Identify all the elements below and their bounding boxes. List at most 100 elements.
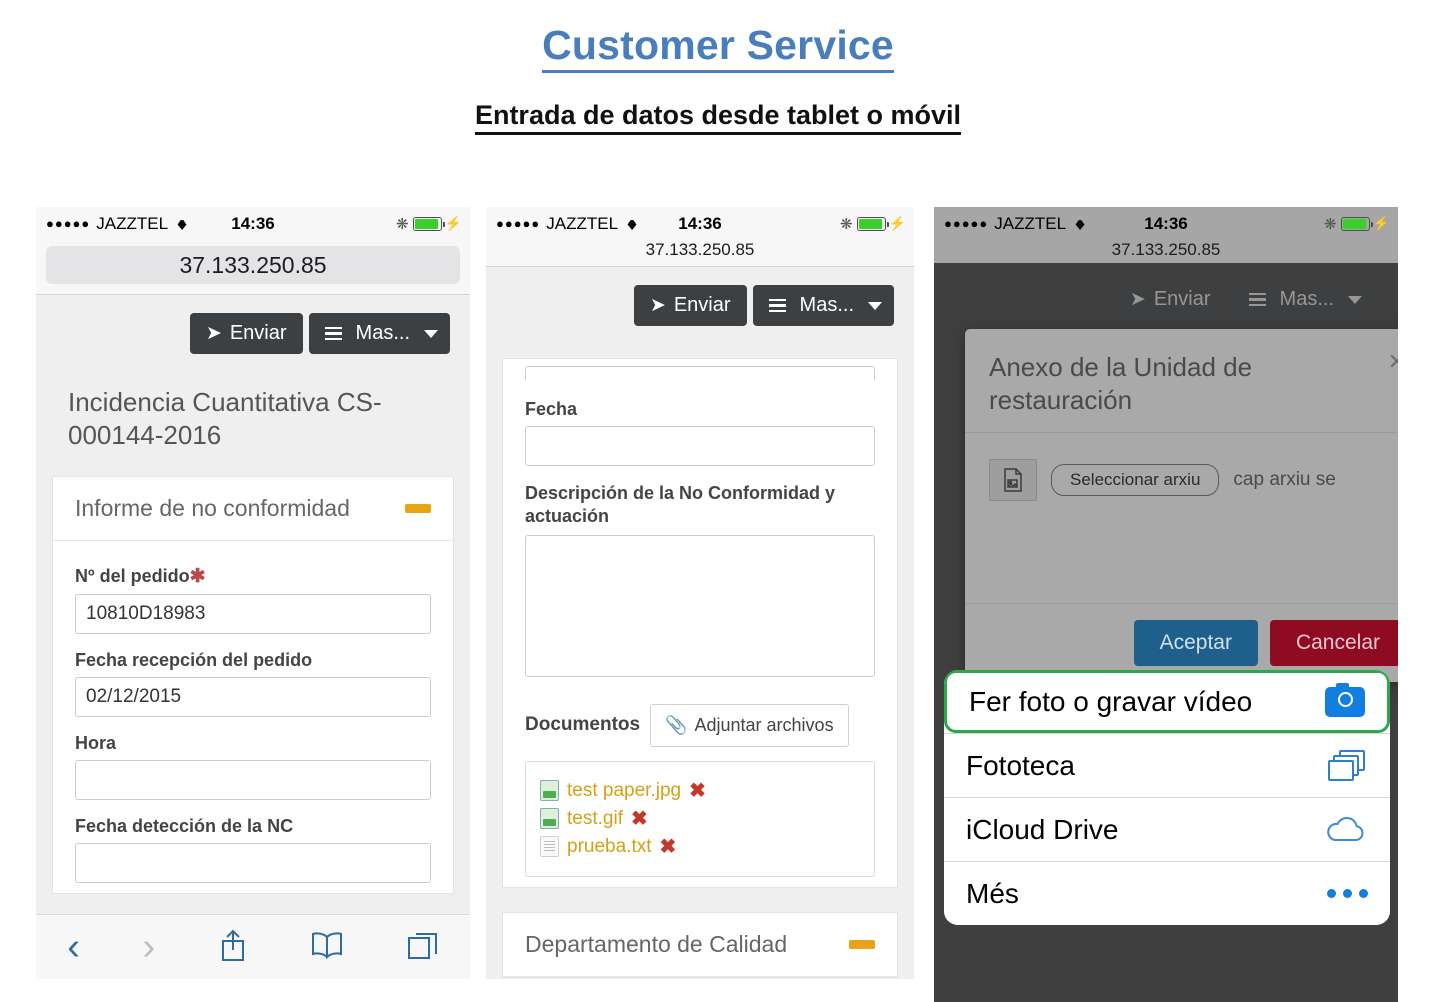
file-name[interactable]: prueba.txt [567, 836, 652, 858]
back-chevron-icon[interactable]: ‹ [67, 928, 80, 966]
action-sheet-item-icloud-drive[interactable]: iCloud Drive [944, 797, 1390, 861]
safari-bottom-toolbar: ‹ › [36, 914, 470, 979]
delete-x-icon[interactable]: ✖ [689, 781, 706, 801]
cancel-button[interactable]: Cancelar [1269, 619, 1398, 666]
clock-label: 14:36 [231, 213, 275, 233]
send-button: ➤ Enviar [1113, 279, 1227, 320]
panel-header-2[interactable]: Departamento de Calidad [503, 913, 897, 977]
app-toolbar-3: ➤ Enviar Mas... [934, 263, 1398, 320]
action-sheet-item-label: Fer foto o gravar vídeo [969, 685, 1253, 717]
battery-icon [1340, 216, 1373, 231]
panel-title: Informe de no conformidad [75, 494, 350, 521]
forward-chevron-icon: › [142, 926, 156, 968]
clock-label: 14:36 [678, 213, 722, 233]
web-content-2: ➤ Enviar Mas... Fecha Descripción de la … [486, 267, 914, 979]
attach-files-button[interactable]: 📎 Adjuntar archivos [650, 703, 849, 747]
incident-heading: Incidencia Cuantitativa CS-000144-2016 [68, 387, 382, 450]
image-file-icon [989, 458, 1037, 501]
documentos-label: Documentos [525, 714, 641, 736]
anexo-modal: Anexo de la Unidad de restauración ✕ Sel… [965, 329, 1398, 682]
phone-screenshot-1: ●●●●● JAZZTEL 14:36 ❋ ⚡ 37.133.250.85 ⟳ … [36, 207, 470, 979]
previous-field-input-partial[interactable] [525, 365, 875, 380]
file-name[interactable]: test.gif [567, 808, 623, 830]
app-toolbar-2: ➤ Enviar Mas... [486, 267, 914, 336]
attach-files-label: Adjuntar archivos [694, 714, 834, 735]
file-name[interactable]: test paper.jpg [567, 780, 681, 802]
fecha-deteccion-input[interactable] [75, 842, 431, 883]
phone-screenshot-2: ●●●●● JAZZTEL 14:36 ❋ ⚡ 37.133.250.85 ➤ … [486, 207, 914, 979]
list-item[interactable]: test.gif ✖ [540, 808, 860, 830]
url-text: 37.133.250.85 [179, 251, 327, 278]
field-label-descripcion: Descripción de la No Conformidad y actua… [525, 483, 836, 527]
url-input[interactable]: 37.133.250.85 ⟳ [46, 246, 470, 284]
collapse-dash-icon[interactable] [849, 939, 875, 949]
text-file-icon [540, 836, 559, 858]
cloud-icon [1324, 815, 1368, 845]
action-sheet-item-photo-library[interactable]: Fototeca [944, 733, 1390, 797]
action-sheet-item-more[interactable]: Més [944, 861, 1390, 925]
share-icon[interactable] [218, 928, 248, 967]
panel-header[interactable]: Informe de no conformidad [53, 477, 453, 541]
action-sheet-item-camera[interactable]: Fer foto o gravar vídeo [944, 670, 1390, 733]
send-label: Enviar [673, 294, 731, 316]
paperclip-icon: 📎 [665, 714, 688, 735]
accept-button[interactable]: Aceptar [1133, 619, 1258, 666]
page-subtitle-text: Entrada de datos desde tablet o móvil [474, 100, 962, 135]
choose-file-button[interactable]: Seleccionar arxiu [1051, 463, 1220, 496]
attached-files-list: test paper.jpg ✖ test.gif ✖ prueba.txt ✖ [525, 760, 875, 877]
panel-departamento-calidad: Departamento de Calidad [502, 911, 898, 978]
file-picker-row: Seleccionar arxiu cap arxiu se [989, 458, 1398, 501]
camera-icon [1325, 682, 1365, 717]
list-item[interactable]: prueba.txt ✖ [540, 836, 860, 858]
send-button[interactable]: ➤ Enviar [633, 285, 747, 326]
page-title: Customer Service [0, 22, 1436, 73]
chevron-down-icon [868, 301, 882, 310]
app-toolbar-1: ➤ Enviar Mas... [36, 295, 470, 364]
panel-title: Departamento de Calidad [525, 930, 788, 957]
paper-plane-icon: ➤ [205, 323, 222, 344]
modal-title: Anexo de la Unidad de restauración [989, 352, 1253, 416]
modal-header: Anexo de la Unidad de restauración ✕ [965, 329, 1398, 432]
descripcion-textarea[interactable] [525, 534, 875, 677]
pedido-input[interactable] [75, 593, 431, 634]
list-item[interactable]: test paper.jpg ✖ [540, 780, 860, 802]
action-sheet-item-label: Fototeca [966, 749, 1075, 781]
action-sheet-item-label: Més [966, 877, 1019, 909]
collapse-dash-icon[interactable] [405, 503, 431, 513]
fecha-recepcion-input[interactable] [75, 676, 431, 717]
more-button[interactable]: Mas... [308, 313, 450, 354]
reload-icon[interactable]: ⟳ [469, 252, 470, 278]
tabs-icon[interactable] [407, 930, 439, 965]
page-subtitle: Entrada de datos desde tablet o móvil [0, 100, 1436, 135]
no-file-selected-label: cap arxiu se [1233, 468, 1336, 490]
web-content-1: ➤ Enviar Mas... Incidencia Cuantitativa … [36, 295, 470, 979]
more-button[interactable]: Mas... [752, 285, 894, 326]
hora-input[interactable] [75, 759, 431, 800]
documentos-row: Documentos 📎 Adjuntar archivos [525, 703, 875, 747]
battery-icon [412, 216, 445, 231]
hamburger-icon [768, 298, 786, 313]
close-x-icon[interactable]: ✕ [1388, 351, 1398, 373]
image-file-icon [540, 780, 559, 802]
bookmarks-book-icon[interactable] [310, 931, 344, 964]
delete-x-icon[interactable]: ✖ [631, 809, 648, 829]
field-label-pedido: Nº del pedido✱ [75, 565, 431, 588]
send-button[interactable]: ➤ Enviar [189, 313, 303, 354]
delete-x-icon[interactable]: ✖ [660, 837, 677, 857]
modal-body: Seleccionar arxiu cap arxiu se [965, 431, 1398, 603]
action-sheet-item-label: iCloud Drive [966, 813, 1119, 845]
panel-form-2: Fecha Descripción de la No Conformidad y… [502, 358, 898, 888]
field-label-fecha: Fecha [525, 399, 578, 419]
hamburger-icon [1248, 292, 1266, 307]
fecha-input[interactable] [525, 426, 875, 466]
chevron-down-icon [424, 329, 438, 338]
panel-body: Nº del pedido✱ Fecha recepción del pedid… [53, 541, 453, 893]
send-label: Enviar [1153, 288, 1211, 310]
ios-status-bar-3: ●●●●● JAZZTEL 14:36 ❋ ⚡ [934, 207, 1398, 240]
battery-icon [856, 216, 889, 231]
safari-compact-url-bar[interactable]: 37.133.250.85 [486, 240, 914, 267]
safari-url-bar[interactable]: 37.133.250.85 ⟳ [36, 240, 470, 295]
phone3-clip: ●●●●● JAZZTEL 14:36 ❋ ⚡ 37.133.250.85 ➤ … [934, 207, 1398, 1002]
ios-action-sheet: Fer foto o gravar vídeo Fototeca iCloud … [944, 670, 1390, 925]
more-button: Mas... [1232, 279, 1374, 320]
